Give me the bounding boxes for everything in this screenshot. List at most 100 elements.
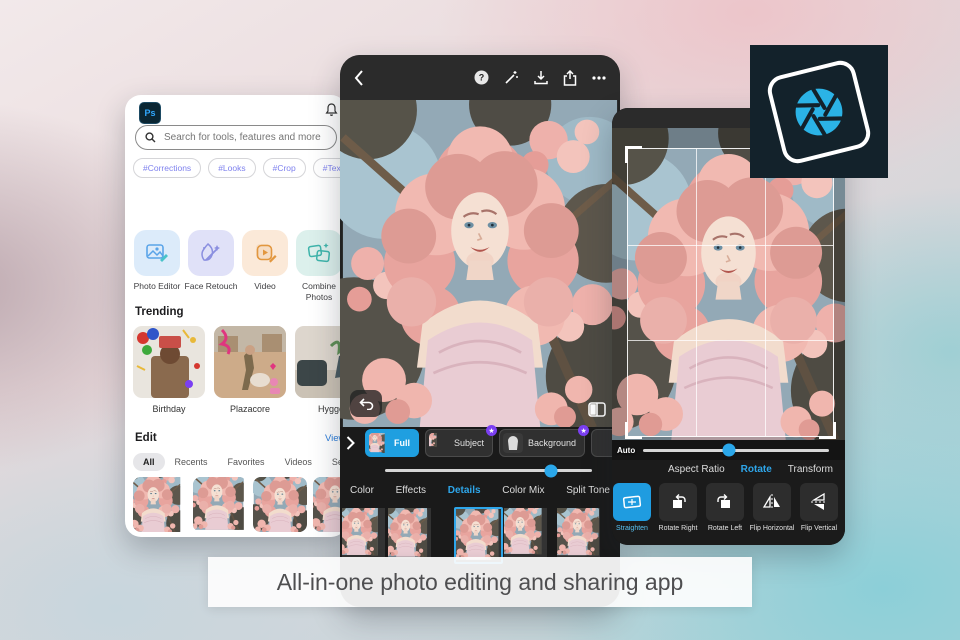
selection-chips: Full Subject ★ Background ★ Object 1	[340, 425, 620, 458]
tab-videos[interactable]: Videos	[275, 453, 322, 471]
quick-action-label: Photo Editor	[133, 281, 181, 291]
rotate-right-icon	[669, 493, 687, 511]
compare-icon	[588, 402, 606, 417]
quick-action-combine-photos[interactable]: Combine Photos	[292, 230, 346, 302]
trending-label: Birthday	[152, 404, 186, 414]
crop-frame[interactable]	[625, 146, 836, 439]
magic-wand-icon[interactable]	[504, 70, 519, 85]
adjustment-slider[interactable]	[385, 464, 592, 477]
filmstrip-thumbnail[interactable]	[342, 508, 385, 559]
trending-row: Birthday Plazacore Hygge	[133, 326, 347, 414]
trending-title: Trending	[135, 306, 184, 318]
tool-rotate-right[interactable]: Rotate Right	[654, 483, 702, 533]
logo-frame	[764, 56, 874, 167]
straighten-slider-row: Auto	[612, 442, 845, 458]
slider-thumb[interactable]	[544, 464, 558, 477]
quick-action-label: Video	[254, 281, 276, 291]
filmstrip-thumbnail[interactable]	[388, 508, 431, 559]
tool-rotate-left[interactable]: Rotate Left	[701, 483, 749, 533]
tool-flip-vertical[interactable]: Flip Vertical	[795, 483, 843, 533]
tab-aspect-ratio[interactable]: Aspect Ratio	[668, 464, 725, 475]
photo-editor-icon	[144, 240, 170, 266]
tab-rotate[interactable]: Rotate	[741, 464, 772, 475]
chip-label: Full	[394, 438, 410, 448]
chip-label: Background	[528, 438, 577, 448]
photo-thumbnail[interactable]	[193, 477, 247, 532]
crop-handle[interactable]	[625, 146, 642, 163]
quick-action-face-retouch[interactable]: Face Retouch	[184, 230, 238, 302]
svg-text:?: ?	[479, 73, 485, 83]
download-icon[interactable]	[534, 70, 548, 85]
bell-icon[interactable]	[325, 103, 338, 117]
photo-thumbnail[interactable]	[253, 477, 307, 532]
compare-button[interactable]	[588, 402, 606, 417]
chip-background[interactable]: Background ★	[499, 425, 590, 457]
share-icon[interactable]	[563, 69, 577, 86]
back-icon[interactable]	[354, 69, 364, 86]
hashtag-chip[interactable]: #Crop	[262, 158, 306, 178]
rotate-left-icon	[716, 493, 734, 511]
edit-tabs: All Recents Favorites Videos Selfies	[133, 453, 347, 471]
undo-button[interactable]	[350, 390, 382, 417]
home-screen: Ps #Corrections #Looks #Crop #Text #Liqu…	[125, 95, 347, 537]
edit-title: Edit	[135, 432, 157, 444]
slider-thumb[interactable]	[722, 443, 736, 457]
chip-subject[interactable]: Subject ★	[425, 425, 498, 457]
chip-full[interactable]: Full	[365, 429, 419, 457]
filmstrip-thumbnail[interactable]	[557, 508, 600, 559]
crop-handle[interactable]	[819, 422, 836, 439]
trending-item-plazacore[interactable]: Plazacore	[214, 326, 286, 414]
tab-color[interactable]: Color	[350, 485, 374, 496]
filmstrip	[340, 505, 620, 564]
quick-action-photo-editor[interactable]: Photo Editor	[130, 230, 184, 302]
editor-topbar: ?	[340, 55, 620, 100]
caption-bar: All-in-one photo editing and sharing app	[208, 557, 752, 607]
search-bar[interactable]	[135, 125, 337, 150]
flip-horizontal-icon	[762, 494, 782, 510]
rotate-tools-panel: Straighten Rotate Right Rotate Left Flip…	[612, 478, 845, 545]
tool-straighten[interactable]: Straighten	[612, 483, 656, 533]
app-logo	[750, 45, 888, 178]
quick-action-label: Combine Photos	[301, 281, 337, 302]
auto-label: Auto	[617, 445, 636, 455]
chip-label: Subject	[454, 438, 485, 448]
tab-color-mix[interactable]: Color Mix	[502, 485, 544, 496]
tab-effects[interactable]: Effects	[396, 485, 426, 496]
photo-thumbnail[interactable]	[133, 477, 187, 532]
trending-item-birthday[interactable]: Birthday	[133, 326, 205, 414]
straighten-slider[interactable]	[643, 443, 830, 457]
edit-thumbnails	[133, 477, 347, 532]
ps-app-icon: Ps	[139, 102, 161, 124]
tab-all[interactable]: All	[133, 453, 165, 471]
tab-transform[interactable]: Transform	[788, 464, 833, 475]
chevron-right-icon[interactable]	[346, 436, 355, 450]
tab-split-tone[interactable]: Split Tone	[566, 485, 610, 496]
tab-favorites[interactable]: Favorites	[218, 453, 275, 471]
trending-label: Plazacore	[229, 404, 271, 414]
face-retouch-icon	[198, 240, 224, 266]
straighten-icon	[622, 493, 642, 511]
search-icon	[145, 132, 156, 143]
hashtag-chips: #Corrections #Looks #Crop #Text #Liquify	[133, 158, 347, 178]
quick-action-video[interactable]: Video	[238, 230, 292, 302]
tool-label: Straighten	[616, 525, 648, 532]
hashtag-chip[interactable]: #Corrections	[133, 158, 202, 178]
tool-flip-horizontal[interactable]: Flip Horizontal	[748, 483, 796, 533]
editor-screen: ? Full Subject ★ Background ★ Color Effe…	[340, 55, 620, 607]
tab-details[interactable]: Details	[448, 485, 481, 496]
filmstrip-thumbnail-selected[interactable]	[454, 507, 503, 564]
filmstrip-thumbnail[interactable]	[504, 508, 547, 559]
editor-tabs: Color Effects Details Color Mix Split To…	[340, 485, 620, 496]
tool-label: Rotate Left	[707, 525, 743, 532]
search-input[interactable]	[162, 131, 327, 144]
hashtag-chip[interactable]: #Looks	[208, 158, 256, 178]
premium-badge-icon: ★	[578, 425, 590, 436]
tab-recents[interactable]: Recents	[165, 453, 218, 471]
combine-photos-icon	[306, 240, 332, 266]
caption-text: All-in-one photo editing and sharing app	[276, 568, 684, 595]
crop-handle[interactable]	[625, 422, 642, 439]
more-icon[interactable]	[592, 75, 606, 80]
help-icon[interactable]: ?	[474, 70, 489, 85]
aperture-icon	[786, 79, 851, 144]
flip-vertical-icon	[811, 492, 827, 512]
